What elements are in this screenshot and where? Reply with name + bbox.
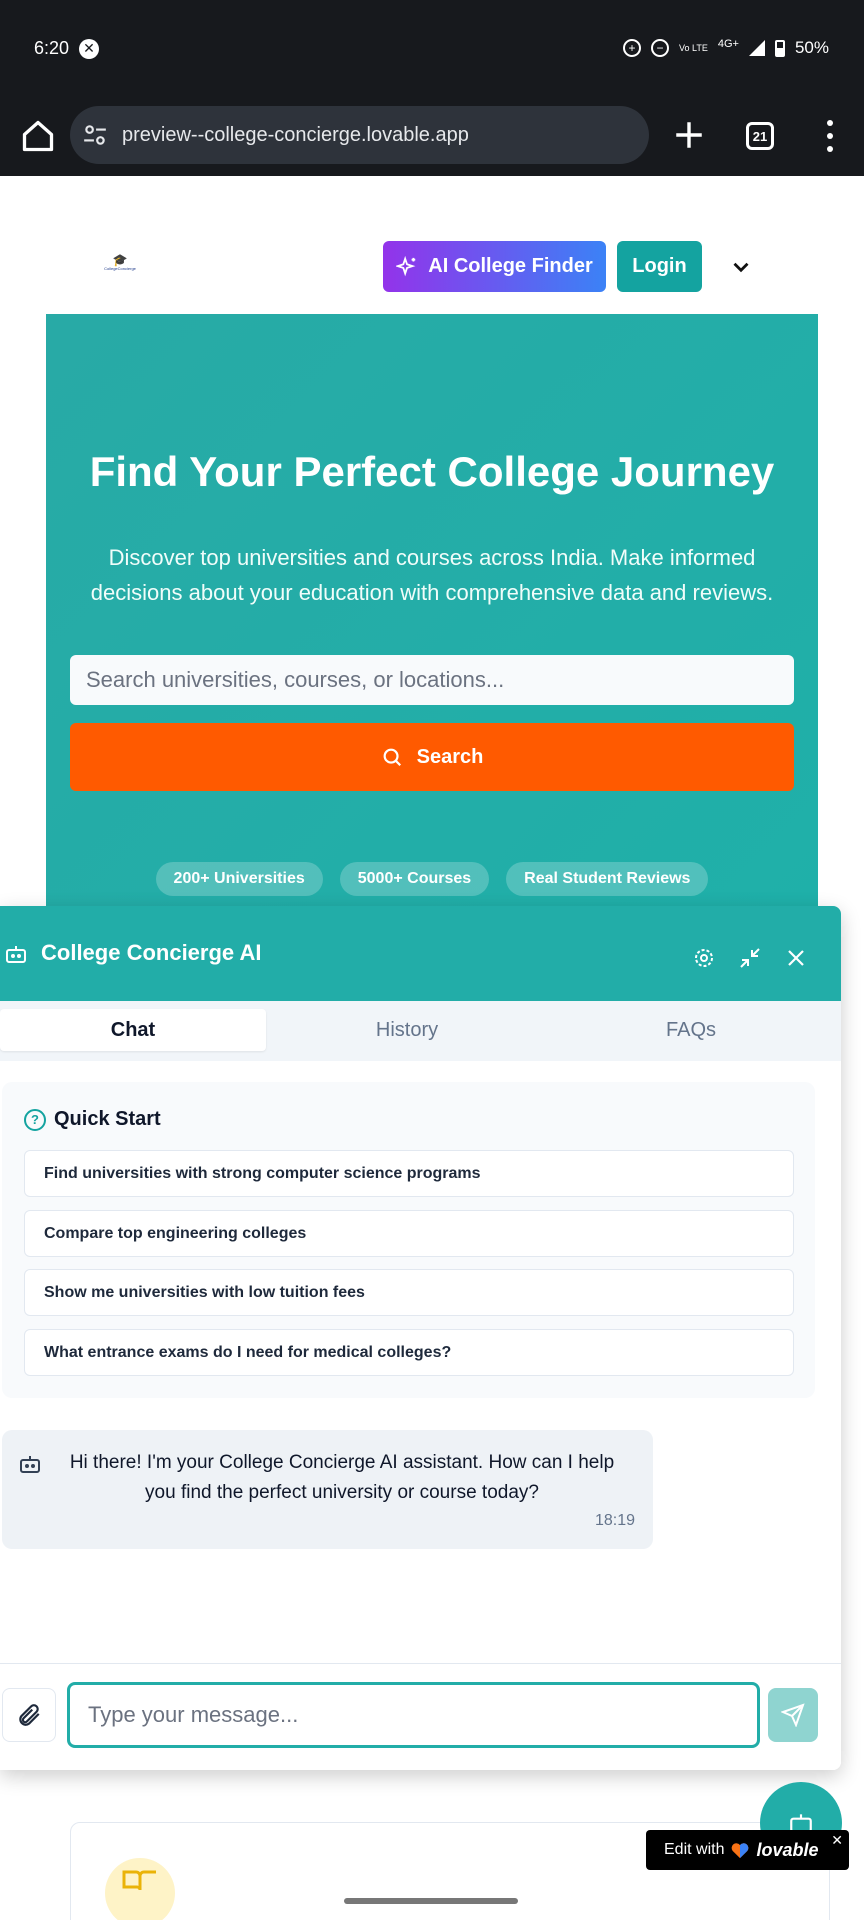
menu-toggle-button[interactable] xyxy=(728,254,754,280)
url-text: preview--college-concierge.lovable.app xyxy=(122,123,469,146)
quick-start-item[interactable]: What entrance exams do I need for medica… xyxy=(24,1329,794,1376)
signal-icon xyxy=(748,40,765,56)
book-icon xyxy=(105,1858,175,1920)
message-input[interactable] xyxy=(67,1682,760,1748)
do-not-disturb-icon: − xyxy=(651,39,669,57)
gesture-home-indicator[interactable] xyxy=(344,1898,518,1904)
stat-pill-courses: 5000+ Courses xyxy=(339,862,490,896)
quick-start-panel: ? Quick Start Find universities with str… xyxy=(2,1082,815,1398)
site-logo[interactable]: 🎓 CollegeConcierge xyxy=(100,254,140,280)
home-icon xyxy=(22,120,54,152)
badge-close-icon[interactable]: ✕ xyxy=(831,1832,843,1849)
data-saver-icon: + xyxy=(623,39,641,57)
search-button[interactable]: Search xyxy=(70,723,794,791)
bot-avatar-icon xyxy=(20,1456,40,1473)
tab-chat[interactable]: Chat xyxy=(0,1009,266,1051)
status-time-group: 6:20 ✕ xyxy=(34,38,100,59)
settings-gear-icon[interactable] xyxy=(692,946,716,970)
bot-icon xyxy=(6,946,26,963)
status-bar: 6:20 ✕ + − Vo LTE 4G+ 50% xyxy=(0,0,864,100)
hero-section: Find Your Perfect College Journey Discov… xyxy=(46,314,818,914)
minimize-icon[interactable] xyxy=(738,946,762,970)
login-button[interactable]: Login xyxy=(617,241,702,292)
send-icon xyxy=(781,1703,805,1727)
browser-toolbar: preview--college-concierge.lovable.app 2… xyxy=(0,100,864,176)
address-bar[interactable]: preview--college-concierge.lovable.app xyxy=(70,106,649,164)
chat-panel: College Concierge AI Chat History FAQs ?… xyxy=(0,906,841,1770)
badge-prefix: Edit with xyxy=(664,1841,725,1858)
stats-pills: 200+ Universities 5000+ Courses Real Stu… xyxy=(46,862,818,896)
heart-icon xyxy=(732,1843,749,1859)
send-button[interactable] xyxy=(768,1688,818,1742)
quick-start-item[interactable]: Show me universities with low tuition fe… xyxy=(24,1269,794,1316)
search-icon xyxy=(383,748,401,767)
network-type: 4G+ xyxy=(717,38,739,50)
status-icons: + − Vo LTE 4G+ 50% xyxy=(623,38,829,58)
chat-tabs: Chat History FAQs xyxy=(0,1001,841,1061)
quick-start-item[interactable]: Compare top engineering colleges xyxy=(24,1210,794,1257)
edit-with-lovable-badge[interactable]: Edit with lovable ✕ xyxy=(646,1830,849,1870)
sparkles-icon xyxy=(396,255,416,276)
message-composer xyxy=(0,1663,841,1770)
hero-title: Find Your Perfect College Journey xyxy=(89,448,775,495)
site-settings-icon[interactable] xyxy=(82,122,108,148)
quick-start-heading: ? Quick Start xyxy=(24,1108,161,1131)
ai-finder-label: AI College Finder xyxy=(428,255,593,277)
chevron-down-icon xyxy=(733,262,749,273)
help-circle-icon: ? xyxy=(24,1108,46,1131)
home-button[interactable] xyxy=(20,118,56,154)
paperclip-icon xyxy=(19,1704,40,1726)
logo-text: CollegeConcierge xyxy=(104,266,136,271)
hero-subtitle: Discover top universities and courses ac… xyxy=(90,545,774,605)
stat-pill-universities: 200+ Universities xyxy=(155,862,323,896)
message-timestamp: 18:19 xyxy=(594,1512,635,1529)
battery-percent: 50% xyxy=(794,38,829,57)
tab-switcher-button[interactable]: 21 xyxy=(746,122,774,150)
graduation-cap-icon: 🎓 xyxy=(112,253,128,267)
plus-icon xyxy=(676,122,702,148)
quick-start-title: Quick Start xyxy=(54,1108,161,1130)
attach-button[interactable] xyxy=(2,1688,56,1742)
new-tab-button[interactable] xyxy=(672,118,706,152)
stat-pill-reviews: Real Student Reviews xyxy=(506,862,709,896)
badge-brand: lovable xyxy=(756,1839,819,1860)
ai-college-finder-button[interactable]: AI College Finder xyxy=(383,241,606,292)
chat-title: College Concierge AI xyxy=(41,940,262,965)
notification-icon: ✕ xyxy=(79,38,100,59)
volte-indicator: Vo LTE xyxy=(679,42,708,53)
quick-start-item[interactable]: Find universities with strong computer s… xyxy=(24,1150,794,1197)
bot-message-bubble: Hi there! I'm your College Concierge AI … xyxy=(2,1430,653,1549)
chat-header: College Concierge AI xyxy=(0,906,841,1001)
tab-history[interactable]: History xyxy=(276,1009,538,1051)
hero-search-input[interactable] xyxy=(70,655,794,705)
search-button-label: Search xyxy=(416,745,484,768)
clock: 6:20 xyxy=(34,38,70,58)
tab-faqs[interactable]: FAQs xyxy=(560,1009,822,1051)
bot-message-text: Hi there! I'm your College Concierge AI … xyxy=(69,1452,615,1503)
battery-icon xyxy=(774,39,785,57)
close-icon[interactable] xyxy=(784,946,808,970)
browser-menu-button[interactable] xyxy=(820,120,840,152)
